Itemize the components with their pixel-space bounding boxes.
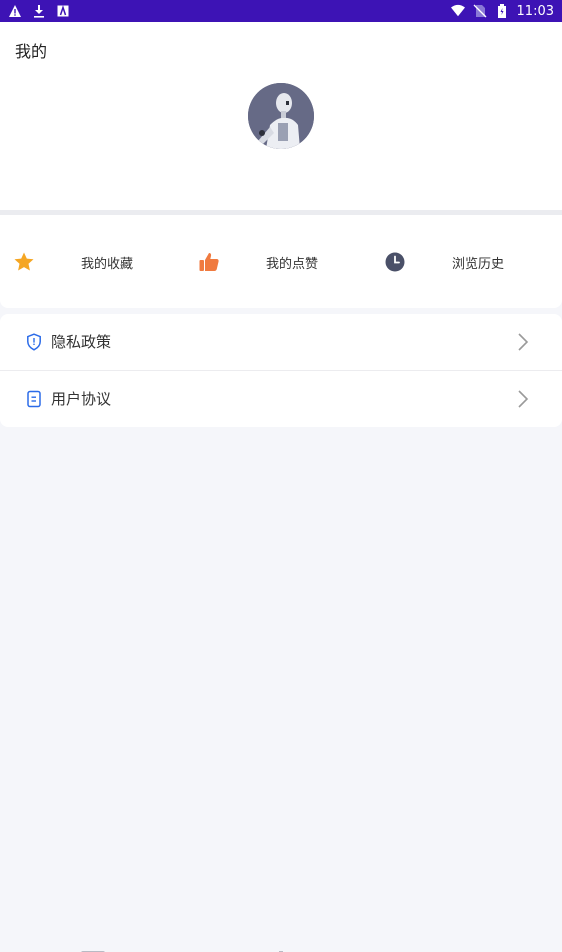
a-badge-icon [56, 4, 70, 18]
menu-item-user-agreement[interactable]: 用户协议 [0, 370, 562, 426]
page-title: 我的 [15, 42, 48, 61]
no-sim-icon [473, 4, 487, 18]
action-label: 我的点赞 [266, 257, 319, 272]
document-icon [26, 390, 42, 408]
menu-item-privacy-policy[interactable]: 隐私政策 [0, 314, 562, 370]
menu-item-label: 用户协议 [51, 390, 112, 408]
clock-icon [384, 251, 406, 273]
quick-actions: 我的收藏 我的点赞 浏览历史 [0, 215, 562, 308]
shield-icon [26, 333, 42, 351]
chevron-right-icon [516, 332, 530, 352]
wifi-icon [450, 4, 465, 18]
menu-item-label: 隐私政策 [51, 333, 112, 351]
settings-menu: 隐私政策 用户协议 [0, 314, 562, 427]
status-time: 11:03 [516, 3, 554, 19]
star-icon [13, 251, 35, 273]
add-tab-icon[interactable] [267, 944, 295, 952]
profile-tab-icon[interactable] [458, 944, 478, 952]
home-tab-icon[interactable] [79, 944, 107, 952]
battery-icon [495, 4, 509, 18]
alert-icon [8, 4, 22, 18]
action-label: 我的收藏 [81, 257, 134, 272]
profile-header: 我的 [0, 22, 562, 210]
status-bar: 11:03 [0, 0, 562, 22]
action-label: 浏览历史 [452, 257, 505, 272]
thumbs-up-icon [198, 251, 220, 273]
bottom-nav [0, 938, 562, 952]
download-icon [32, 4, 46, 18]
chevron-right-icon [516, 389, 530, 409]
avatar[interactable] [248, 83, 314, 149]
